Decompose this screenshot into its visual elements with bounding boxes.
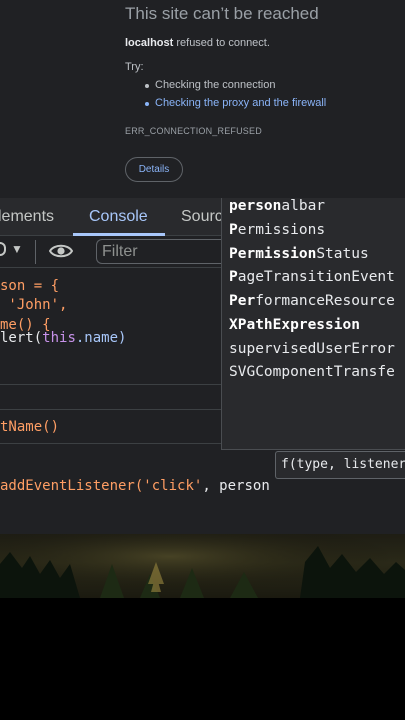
details-button[interactable]: Details (125, 157, 183, 182)
match-text: XPathExpression (229, 317, 360, 333)
rest-text: Status (316, 246, 369, 262)
code-line: lert(this.name) (0, 330, 126, 346)
autocomplete-item[interactable]: personalbar (229, 198, 325, 214)
letterbox-bottom (0, 598, 405, 720)
code-keyword: this (42, 330, 76, 346)
mid-text: ageTransition (237, 269, 352, 285)
rest-text: Event (351, 269, 395, 285)
error-message: localhost refused to connect. (125, 37, 270, 49)
tab-elements[interactable]: lements (0, 208, 54, 226)
signature-tooltip: f(type, listener, ? (275, 451, 405, 479)
bullet-icon (145, 84, 149, 88)
autocomplete-item[interactable]: supervisedUserError (229, 341, 395, 357)
code-string: 'click' (143, 478, 203, 494)
code-token: , person (202, 478, 270, 494)
try-label: Try: (125, 61, 144, 73)
error-message-text: refused to connect. (173, 37, 270, 49)
match-text: Permission (229, 246, 317, 262)
history-line: tName() (0, 419, 59, 435)
error-code: ERR_CONNECTION_REFUSED (125, 126, 262, 136)
clear-console-icon[interactable] (0, 242, 6, 256)
rest-text: formanceResource (255, 293, 395, 309)
match-text: Per (229, 293, 256, 309)
match-text: P (229, 222, 238, 238)
autocomplete-item[interactable]: PageTransitionEvent (229, 269, 395, 285)
filter-input[interactable]: Filter (96, 239, 236, 264)
divider (0, 384, 222, 385)
autocomplete-item[interactable]: XPathExpression (229, 317, 360, 333)
rest-text: s (316, 222, 326, 238)
background-photo (0, 534, 405, 598)
autocomplete-item[interactable]: PerformanceResource (229, 293, 395, 309)
error-page: This site can’t be reached localhost ref… (0, 0, 405, 198)
match-text: P (229, 269, 238, 285)
code-token: son = { (0, 278, 60, 294)
autocomplete-item[interactable]: PermissionStatus (229, 246, 369, 262)
mid-text: ermission (237, 222, 317, 238)
suggestion-link[interactable]: Checking the proxy and the firewall (155, 97, 326, 109)
error-host: localhost (125, 37, 174, 49)
suggestion-text: Checking the connection (155, 79, 276, 91)
bullet-icon (145, 102, 149, 106)
autocomplete-item[interactable]: SVGComponentTransfe (229, 364, 395, 380)
code-line: 'John', (0, 297, 67, 313)
tab-console[interactable]: Console (89, 208, 148, 226)
rest-text: albar (281, 198, 326, 214)
code-token: tName() (0, 419, 60, 435)
eye-icon[interactable] (49, 241, 73, 261)
code-token: lert( (0, 330, 43, 346)
error-title: This site can’t be reached (125, 4, 319, 23)
autocomplete-dropdown: personalbar Permissions PermissionStatus… (221, 198, 405, 450)
divider (0, 409, 222, 410)
forest-image (0, 534, 405, 598)
match-text: person (229, 198, 282, 214)
code-token: 'John', (0, 297, 68, 313)
autocomplete-item[interactable]: Permissions (229, 222, 325, 238)
console-input-line[interactable]: addEventListener('click', person (0, 478, 270, 494)
tab-sources[interactable]: Sourc (181, 208, 223, 226)
divider (0, 443, 222, 444)
rest-text: SVGComponentTransfe (229, 364, 395, 380)
chevron-down-icon[interactable]: ▼ (11, 242, 23, 256)
toolbar-divider (35, 240, 36, 264)
code-line: son = { (0, 278, 59, 294)
code-token: addEventListener( (0, 478, 144, 494)
rest-text: supervisedUserError (229, 341, 395, 357)
code-property: .name) (75, 330, 127, 346)
